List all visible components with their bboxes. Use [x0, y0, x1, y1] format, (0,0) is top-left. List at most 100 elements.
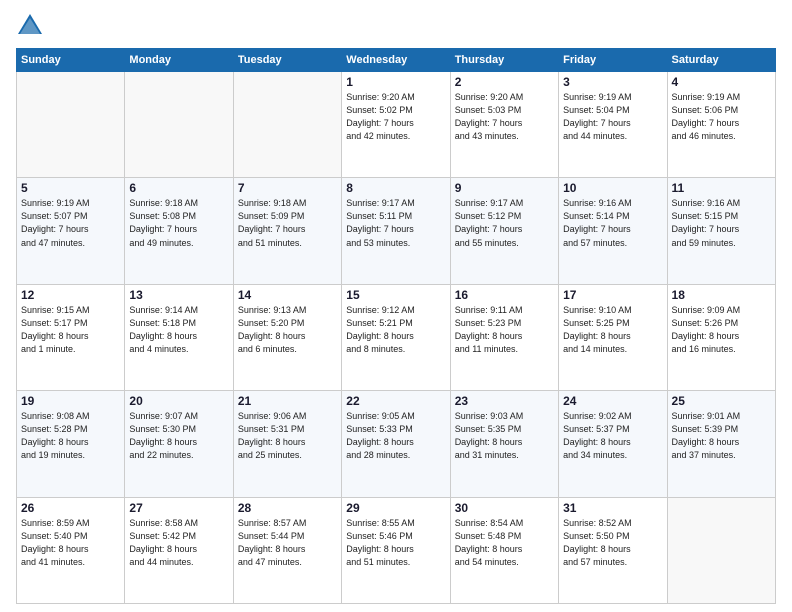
day-number: 17: [563, 288, 662, 302]
calendar-header-saturday: Saturday: [667, 49, 775, 72]
day-number: 30: [455, 501, 554, 515]
calendar-cell: [233, 72, 341, 178]
calendar-week-row: 1 Sunrise: 9:20 AM Sunset: 5:02 PM Daylig…: [17, 72, 776, 178]
day-detail: Sunrise: 9:20 AM Sunset: 5:03 PM Dayligh…: [455, 91, 554, 143]
calendar-cell: 24 Sunrise: 9:02 AM Sunset: 5:37 PM Dayli…: [559, 391, 667, 497]
day-detail: Sunrise: 9:02 AM Sunset: 5:37 PM Dayligh…: [563, 410, 662, 462]
day-detail: Sunrise: 9:09 AM Sunset: 5:26 PM Dayligh…: [672, 304, 771, 356]
day-number: 16: [455, 288, 554, 302]
day-number: 18: [672, 288, 771, 302]
calendar-cell: 3 Sunrise: 9:19 AM Sunset: 5:04 PM Daylig…: [559, 72, 667, 178]
calendar-cell: 20Sunrise: 9:07 AM Sunset: 5:30 PM Dayli…: [125, 391, 233, 497]
day-number: 14: [238, 288, 337, 302]
day-detail: Sunrise: 9:08 AM Sunset: 5:28 PM Dayligh…: [21, 410, 120, 462]
calendar-week-row: 12 Sunrise: 9:15 AM Sunset: 5:17 PM Dayli…: [17, 284, 776, 390]
calendar-cell: 7Sunrise: 9:18 AM Sunset: 5:09 PM Daylig…: [233, 178, 341, 284]
day-detail: Sunrise: 9:18 AM Sunset: 5:08 PM Dayligh…: [129, 197, 228, 249]
day-detail: Sunrise: 9:20 AM Sunset: 5:02 PM Dayligh…: [346, 91, 445, 143]
day-detail: Sunrise: 9:05 AM Sunset: 5:33 PM Dayligh…: [346, 410, 445, 462]
calendar-cell: 31Sunrise: 8:52 AM Sunset: 5:50 PM Dayli…: [559, 497, 667, 603]
calendar-cell: 27Sunrise: 8:58 AM Sunset: 5:42 PM Dayli…: [125, 497, 233, 603]
day-detail: Sunrise: 8:57 AM Sunset: 5:44 PM Dayligh…: [238, 517, 337, 569]
calendar-cell: 17 Sunrise: 9:10 AM Sunset: 5:25 PM Dayli…: [559, 284, 667, 390]
calendar-header-tuesday: Tuesday: [233, 49, 341, 72]
calendar-header-row: SundayMondayTuesdayWednesdayThursdayFrid…: [17, 49, 776, 72]
logo-icon: [16, 12, 44, 40]
day-number: 13: [129, 288, 228, 302]
calendar-cell: 22Sunrise: 9:05 AM Sunset: 5:33 PM Dayli…: [342, 391, 450, 497]
calendar-table: SundayMondayTuesdayWednesdayThursdayFrid…: [16, 48, 776, 604]
day-number: 8: [346, 181, 445, 195]
calendar-cell: 4Sunrise: 9:19 AM Sunset: 5:06 PM Daylig…: [667, 72, 775, 178]
calendar-week-row: 19 Sunrise: 9:08 AM Sunset: 5:28 PM Dayli…: [17, 391, 776, 497]
calendar-cell: 18 Sunrise: 9:09 AM Sunset: 5:26 PM Dayli…: [667, 284, 775, 390]
calendar-cell: 15 Sunrise: 9:12 AM Sunset: 5:21 PM Dayli…: [342, 284, 450, 390]
day-number: 3: [563, 75, 662, 89]
calendar-cell: 8 Sunrise: 9:17 AM Sunset: 5:11 PM Daylig…: [342, 178, 450, 284]
day-detail: Sunrise: 8:52 AM Sunset: 5:50 PM Dayligh…: [563, 517, 662, 569]
calendar-cell: 13 Sunrise: 9:14 AM Sunset: 5:18 PM Dayli…: [125, 284, 233, 390]
day-number: 10: [563, 181, 662, 195]
day-number: 4: [672, 75, 771, 89]
calendar-cell: 28 Sunrise: 8:57 AM Sunset: 5:44 PM Dayli…: [233, 497, 341, 603]
day-number: 19: [21, 394, 120, 408]
logo: [16, 12, 48, 40]
day-detail: Sunrise: 9:17 AM Sunset: 5:11 PM Dayligh…: [346, 197, 445, 249]
calendar-header-thursday: Thursday: [450, 49, 558, 72]
day-detail: Sunrise: 9:01 AM Sunset: 5:39 PM Dayligh…: [672, 410, 771, 462]
day-number: 12: [21, 288, 120, 302]
calendar-cell: [125, 72, 233, 178]
calendar-cell: 10 Sunrise: 9:16 AM Sunset: 5:14 PM Dayli…: [559, 178, 667, 284]
calendar-cell: [17, 72, 125, 178]
calendar-week-row: 26Sunrise: 8:59 AM Sunset: 5:40 PM Dayli…: [17, 497, 776, 603]
calendar-cell: 29 Sunrise: 8:55 AM Sunset: 5:46 PM Dayli…: [342, 497, 450, 603]
day-detail: Sunrise: 9:10 AM Sunset: 5:25 PM Dayligh…: [563, 304, 662, 356]
day-detail: Sunrise: 9:15 AM Sunset: 5:17 PM Dayligh…: [21, 304, 120, 356]
day-number: 7: [238, 181, 337, 195]
header: [16, 12, 776, 40]
page: SundayMondayTuesdayWednesdayThursdayFrid…: [0, 0, 792, 612]
day-number: 15: [346, 288, 445, 302]
calendar-cell: 12 Sunrise: 9:15 AM Sunset: 5:17 PM Dayli…: [17, 284, 125, 390]
calendar-cell: 14 Sunrise: 9:13 AM Sunset: 5:20 PM Dayli…: [233, 284, 341, 390]
day-detail: Sunrise: 9:13 AM Sunset: 5:20 PM Dayligh…: [238, 304, 337, 356]
day-number: 2: [455, 75, 554, 89]
calendar-header-sunday: Sunday: [17, 49, 125, 72]
day-number: 9: [455, 181, 554, 195]
day-detail: Sunrise: 8:55 AM Sunset: 5:46 PM Dayligh…: [346, 517, 445, 569]
calendar-cell: 5Sunrise: 9:19 AM Sunset: 5:07 PM Daylig…: [17, 178, 125, 284]
calendar-cell: 16 Sunrise: 9:11 AM Sunset: 5:23 PM Dayli…: [450, 284, 558, 390]
day-number: 26: [21, 501, 120, 515]
day-detail: Sunrise: 9:19 AM Sunset: 5:04 PM Dayligh…: [563, 91, 662, 143]
day-number: 28: [238, 501, 337, 515]
day-number: 21: [238, 394, 337, 408]
day-detail: Sunrise: 9:12 AM Sunset: 5:21 PM Dayligh…: [346, 304, 445, 356]
day-number: 25: [672, 394, 771, 408]
calendar-cell: 1 Sunrise: 9:20 AM Sunset: 5:02 PM Daylig…: [342, 72, 450, 178]
day-number: 1: [346, 75, 445, 89]
day-detail: Sunrise: 8:58 AM Sunset: 5:42 PM Dayligh…: [129, 517, 228, 569]
calendar-cell: 30 Sunrise: 8:54 AM Sunset: 5:48 PM Dayli…: [450, 497, 558, 603]
calendar-cell: [667, 497, 775, 603]
calendar-header-friday: Friday: [559, 49, 667, 72]
day-detail: Sunrise: 9:03 AM Sunset: 5:35 PM Dayligh…: [455, 410, 554, 462]
calendar-cell: 2 Sunrise: 9:20 AM Sunset: 5:03 PM Daylig…: [450, 72, 558, 178]
calendar-header-wednesday: Wednesday: [342, 49, 450, 72]
day-number: 29: [346, 501, 445, 515]
day-number: 24: [563, 394, 662, 408]
day-number: 20: [129, 394, 228, 408]
calendar-cell: 9Sunrise: 9:17 AM Sunset: 5:12 PM Daylig…: [450, 178, 558, 284]
day-detail: Sunrise: 8:54 AM Sunset: 5:48 PM Dayligh…: [455, 517, 554, 569]
day-number: 11: [672, 181, 771, 195]
calendar-cell: 23Sunrise: 9:03 AM Sunset: 5:35 PM Dayli…: [450, 391, 558, 497]
day-number: 6: [129, 181, 228, 195]
calendar-header-monday: Monday: [125, 49, 233, 72]
day-number: 5: [21, 181, 120, 195]
day-detail: Sunrise: 9:14 AM Sunset: 5:18 PM Dayligh…: [129, 304, 228, 356]
calendar-cell: 21 Sunrise: 9:06 AM Sunset: 5:31 PM Dayli…: [233, 391, 341, 497]
calendar-cell: 19 Sunrise: 9:08 AM Sunset: 5:28 PM Dayli…: [17, 391, 125, 497]
day-detail: Sunrise: 9:16 AM Sunset: 5:15 PM Dayligh…: [672, 197, 771, 249]
day-detail: Sunrise: 9:16 AM Sunset: 5:14 PM Dayligh…: [563, 197, 662, 249]
day-detail: Sunrise: 9:06 AM Sunset: 5:31 PM Dayligh…: [238, 410, 337, 462]
day-detail: Sunrise: 9:11 AM Sunset: 5:23 PM Dayligh…: [455, 304, 554, 356]
